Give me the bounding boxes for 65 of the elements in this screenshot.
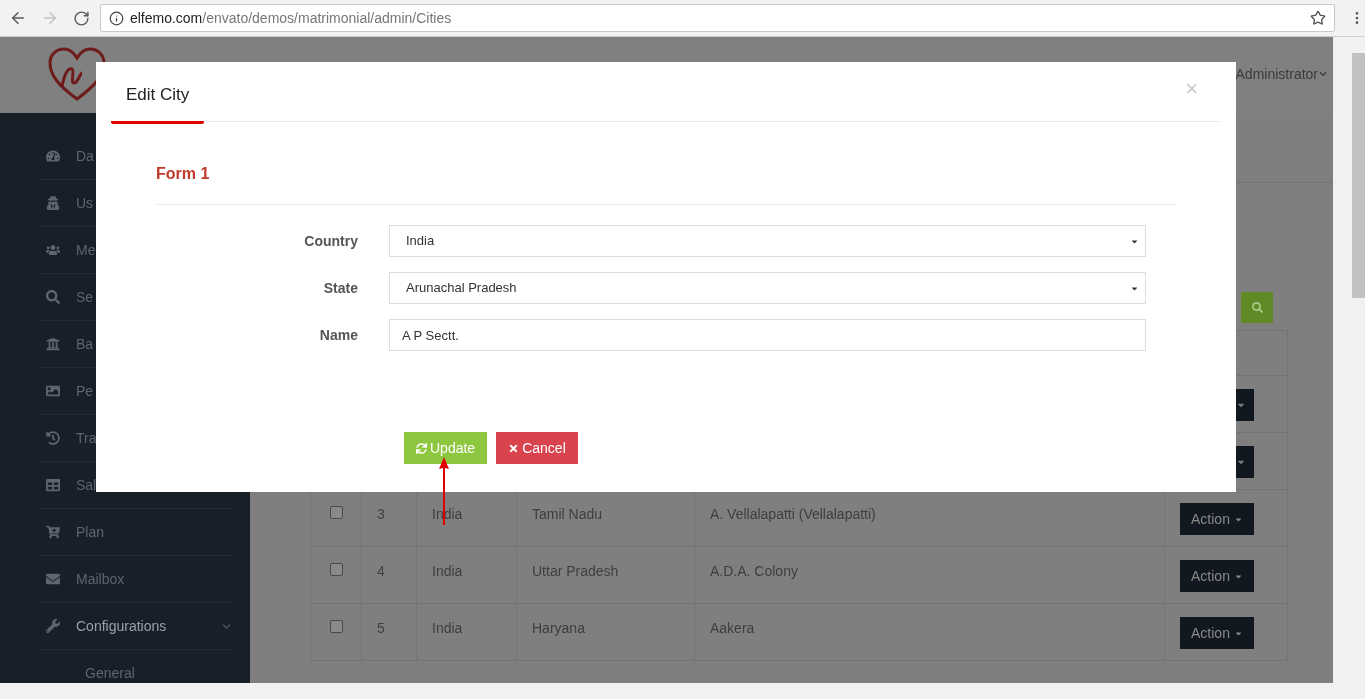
table-cell: Uttar Pradesh [532,563,619,579]
envelope-icon [46,572,60,586]
dialog-title: Edit City [111,68,205,124]
row-checkbox[interactable] [329,563,343,576]
sidebar-label: Sal [76,475,97,495]
sidebar-label: Ba [76,334,94,354]
table-cell: Haryana [532,620,585,636]
info-icon [108,10,124,26]
cart-icon [46,525,60,539]
action-button[interactable]: Action [1180,560,1254,592]
sidebar-label: Se [76,287,94,307]
table-cell: 4 [377,563,385,579]
search-button[interactable] [1241,292,1273,323]
user-icon [46,196,60,210]
chevron-down-icon [1319,70,1327,78]
input-field[interactable]: A P Sectt. [389,319,1146,351]
back-icon[interactable] [9,9,27,27]
sidebar-label: Da [76,146,94,166]
table-cell: Tamil Nadu [532,506,603,522]
sidebar-label: Configurations [76,616,167,636]
row-checkbox[interactable] [329,506,343,519]
bookmark-star-icon[interactable] [1310,10,1326,26]
sidebar-item[interactable]: Plan [40,509,233,556]
close-icon [508,442,520,454]
field-label: State [322,278,359,298]
field-label: Name [318,325,359,345]
section-title: Form 1 [156,165,210,182]
search-icon [46,290,60,304]
table-cell: India [432,563,463,579]
search-icon [1251,302,1263,313]
table-cell: A.D.A. Colony [710,563,798,579]
user-menu[interactable]: Administrator [1235,63,1327,85]
refresh-icon [416,442,427,454]
reload-icon[interactable] [72,9,90,27]
sidebar-label: Plan [76,522,105,542]
table-cell: 5 [377,620,385,636]
sidebar-item[interactable]: Mailbox [40,556,233,603]
select-field[interactable]: Arunachal Pradesh [389,272,1146,304]
bank-icon [46,337,60,351]
image-icon [46,384,60,398]
address-field[interactable]: elfemo.com/envato/demos/matrimonial/admin/Cities [99,4,1335,32]
table-icon [46,478,60,492]
sidebar-item[interactable]: Configurations [40,603,233,650]
users-icon [46,243,60,257]
history-icon [46,431,60,445]
sidebar-label: Me [76,240,96,260]
action-button[interactable]: Action [1180,617,1254,649]
sidebar-label: Us [76,193,94,213]
dashboard-icon [46,149,60,163]
sidebar-label: Tra [76,428,97,448]
url-text: elfemo.com/envato/demos/matrimonial/admin/Cities [129,8,452,28]
table-cell: India [432,620,463,636]
select-field[interactable]: India [389,225,1146,257]
table-cell: Aakera [710,620,755,636]
wrench-icon [46,619,60,633]
sidebar-subitem[interactable]: General [40,650,233,683]
sidebar-label: Pe [76,381,94,401]
row-checkbox[interactable] [329,620,343,633]
sidebar-label: Mailbox [76,569,125,589]
table-cell: A. Vellalapatti (Vellalapatti) [710,506,876,522]
cancel-button[interactable]: Cancel [496,432,578,464]
field-label: Country [303,231,359,251]
heart-logo-icon [48,47,106,103]
action-button[interactable]: Action [1180,503,1254,535]
table-cell: 3 [377,506,385,522]
